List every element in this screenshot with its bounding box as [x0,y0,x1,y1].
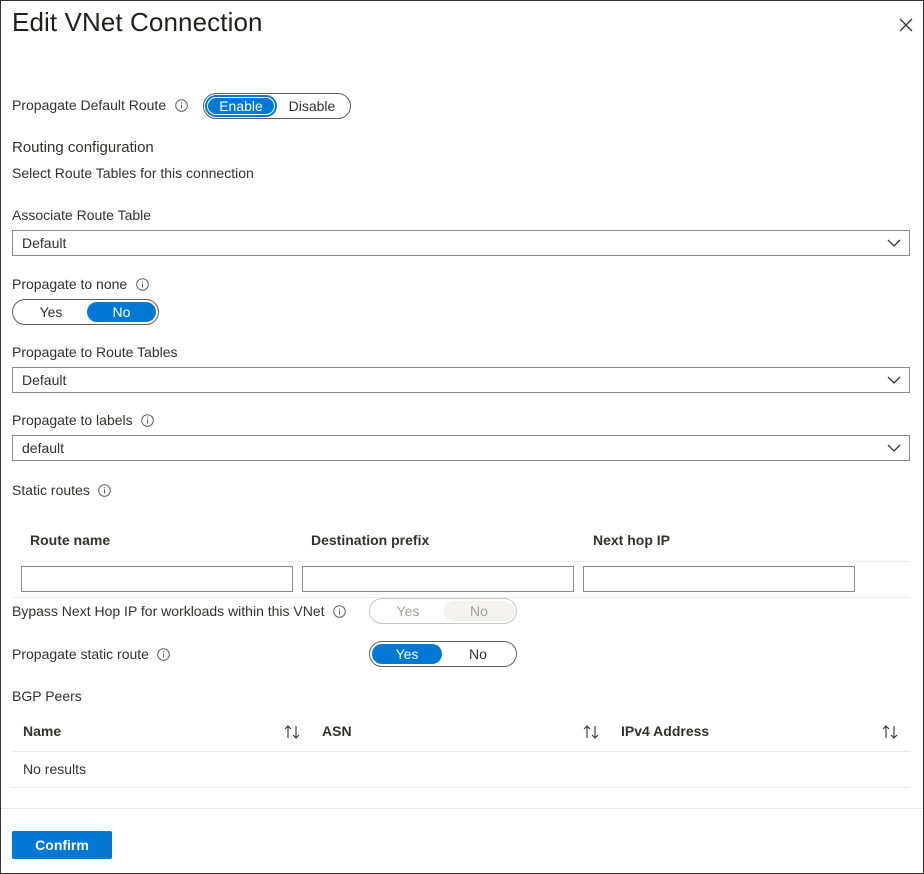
bypass-next-hop-text: Bypass Next Hop IP for workloads within … [12,603,325,619]
propagate-to-labels-label: Propagate to labels [12,412,155,428]
propagate-to-none-no-option[interactable]: No [87,302,156,322]
routing-configuration-heading: Routing configuration [12,139,154,156]
propagate-default-route-text: Propagate Default Route [12,97,167,113]
info-icon[interactable] [141,413,155,427]
confirm-button[interactable]: Confirm [12,831,112,859]
info-icon[interactable] [98,483,112,497]
close-icon [899,18,913,32]
column-header-ipv4-address[interactable]: IPv4 Address [621,723,709,739]
static-routes-text: Static routes [12,482,90,498]
static-routes-divider [21,561,909,562]
footer-divider [1,808,923,809]
bgp-header-divider [12,751,910,752]
associate-route-table-label: Associate Route Table [12,207,152,223]
chevron-down-icon [887,444,901,452]
propagate-to-route-tables-label: Propagate to Route Tables [12,344,178,360]
info-icon[interactable] [157,647,171,661]
propagate-to-none-text: Propagate to none [12,276,128,292]
propagate-static-route-label: Propagate static route [12,646,171,662]
column-header-next-hop-ip: Next hop IP [593,532,671,548]
destination-prefix-input[interactable] [302,566,574,592]
next-hop-ip-input[interactable] [583,566,855,592]
propagate-to-labels-value: default [22,440,65,456]
bypass-next-hop-toggle: Yes No [369,598,517,624]
bgp-peers-label: BGP Peers [12,688,82,704]
propagate-default-route-disable-option[interactable]: Disable [276,96,348,116]
page-title: Edit VNet Connection [12,7,263,37]
propagate-to-route-tables-dropdown[interactable]: Default [12,367,910,393]
bypass-next-hop-no-option: No [444,601,514,621]
bypass-next-hop-yes-option: Yes [396,603,420,619]
propagate-static-route-toggle: Yes No [369,641,517,667]
bgp-empty-text: No results [23,761,87,777]
chevron-down-icon [887,376,901,384]
propagate-static-route-yes-option[interactable]: Yes [372,644,442,664]
column-header-name[interactable]: Name [23,723,61,739]
column-header-destination-prefix: Destination prefix [311,532,430,548]
column-header-route-name: Route name [30,532,111,548]
propagate-default-route-label: Propagate Default Route [12,97,188,113]
edit-vnet-connection-panel: Edit VNet Connection Propagate Default R… [0,0,924,874]
propagate-default-route-enable-option[interactable]: Enable [206,96,276,116]
propagate-to-labels-text: Propagate to labels [12,412,133,428]
propagate-to-route-tables-value: Default [22,372,67,388]
sort-icon[interactable] [283,723,301,741]
propagate-to-none-yes-option[interactable]: Yes [15,302,87,322]
propagate-to-labels-dropdown[interactable]: default [12,435,910,461]
info-icon[interactable] [135,277,149,291]
propagate-default-route-toggle: Enable Disable [203,93,351,119]
sort-icon[interactable] [881,723,899,741]
propagate-static-route-no-option[interactable]: No [442,644,514,664]
bgp-bottom-divider [12,787,910,788]
static-routes-label: Static routes [12,482,112,498]
routing-configuration-subheading: Select Route Tables for this connection [12,165,254,181]
close-button[interactable] [893,12,919,38]
associate-route-table-dropdown[interactable]: Default [12,230,910,256]
propagate-static-route-text: Propagate static route [12,646,149,662]
propagate-to-none-label: Propagate to none [12,276,149,292]
column-header-asn[interactable]: ASN [322,723,352,739]
chevron-down-icon [887,239,901,247]
propagate-to-none-toggle: Yes No [12,299,159,325]
bypass-next-hop-label: Bypass Next Hop IP for workloads within … [12,603,347,619]
route-name-input[interactable] [21,566,293,592]
info-icon[interactable] [333,604,347,618]
sort-icon[interactable] [582,723,600,741]
info-icon[interactable] [174,98,188,112]
associate-route-table-value: Default [22,235,67,251]
